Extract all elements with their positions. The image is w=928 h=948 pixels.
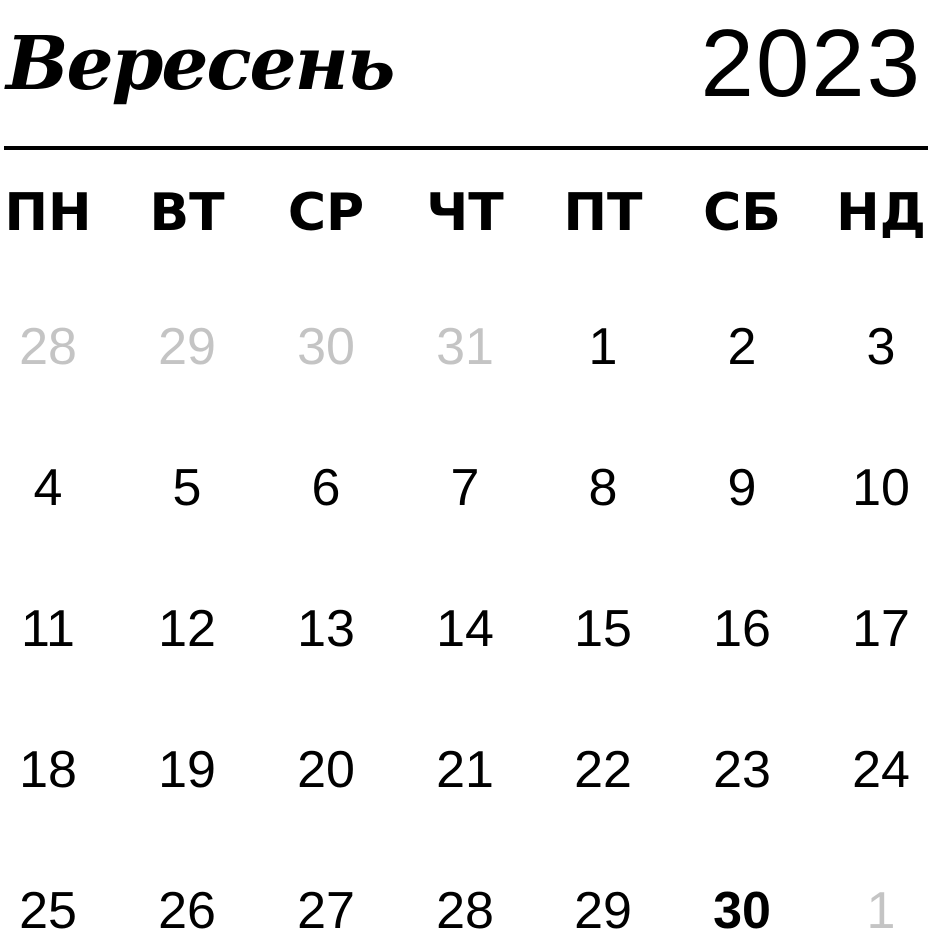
day-cell-tue[interactable]: 26 [122,876,252,946]
day-cell-sun[interactable]: 17 [816,594,928,664]
day-cell-fri[interactable]: 29 [538,876,668,946]
day-cell-mon[interactable]: 11 [0,594,113,664]
day-cell-wed[interactable]: 13 [261,594,391,664]
day-cell-sat[interactable]: 30 [677,876,807,946]
day-cell-mon[interactable]: 18 [0,735,113,805]
day-cell-thu[interactable]: 21 [400,735,530,805]
day-cell-thu[interactable]: 31 [400,312,530,382]
month-title: Вересень [6,21,395,107]
calendar: Вересень 2023 ПН ВТ СР ЧТ ПТ СБ НД 28 29 3… [0,0,928,948]
day-cell-sun[interactable]: 1 [816,876,928,946]
day-cell-mon[interactable]: 25 [0,876,113,946]
day-cell-sat[interactable]: 23 [677,735,807,805]
day-cell-thu[interactable]: 14 [400,594,530,664]
day-cell-wed[interactable]: 30 [261,312,391,382]
day-cell-fri[interactable]: 1 [538,312,668,382]
day-cell-wed[interactable]: 6 [261,453,391,523]
weekday-sun: НД [836,183,926,243]
day-cell-tue[interactable]: 12 [122,594,252,664]
year-title: 2023 [700,10,922,117]
day-cell-sat[interactable]: 9 [677,453,807,523]
weekday-fri: ПТ [563,183,643,243]
day-cell-tue[interactable]: 29 [122,312,252,382]
day-cell-wed[interactable]: 20 [261,735,391,805]
day-cell-fri[interactable]: 22 [538,735,668,805]
weekday-thu: ЧТ [426,183,504,243]
day-cell-sun[interactable]: 10 [816,453,928,523]
weekday-sat: СБ [703,183,781,243]
day-cell-sat[interactable]: 2 [677,312,807,382]
header-divider [4,146,928,150]
day-cell-wed[interactable]: 27 [261,876,391,946]
day-cell-fri[interactable]: 8 [538,453,668,523]
day-cell-tue[interactable]: 5 [122,453,252,523]
day-cell-thu[interactable]: 7 [400,453,530,523]
weekday-wed: СР [287,183,365,243]
day-cell-mon[interactable]: 4 [0,453,113,523]
day-cell-tue[interactable]: 19 [122,735,252,805]
weekday-header-row: ПН ВТ СР ЧТ ПТ СБ НД [0,178,928,248]
day-cell-sun[interactable]: 3 [816,312,928,382]
day-cell-thu[interactable]: 28 [400,876,530,946]
day-cell-sun[interactable]: 24 [816,735,928,805]
day-cell-mon[interactable]: 28 [0,312,113,382]
day-cell-sat[interactable]: 16 [677,594,807,664]
weekday-mon: ПН [4,183,92,243]
weekday-tue: ВТ [149,183,225,243]
day-cell-fri[interactable]: 15 [538,594,668,664]
